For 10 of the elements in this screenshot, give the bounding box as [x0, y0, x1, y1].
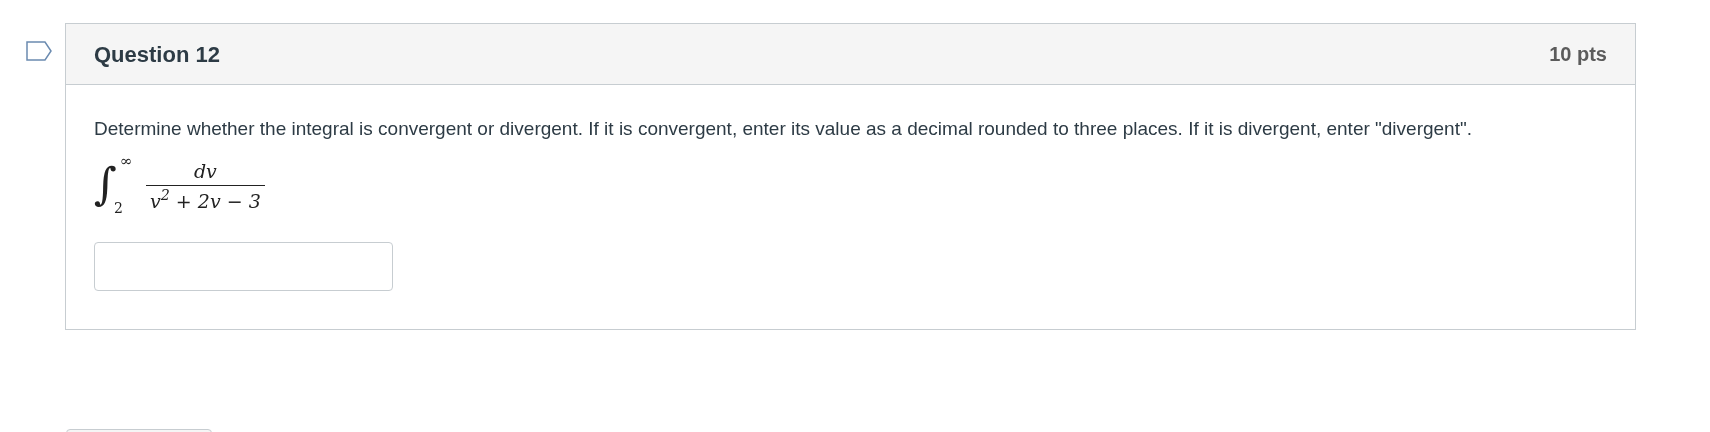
lower-limit: 2	[114, 200, 123, 218]
points-label: 10 pts	[1549, 42, 1607, 67]
denominator: v$^{2}$ + 2v − 3	[149, 186, 262, 214]
flag-icon[interactable]	[26, 41, 52, 61]
answer-field[interactable]	[94, 242, 393, 291]
numerator: dv	[192, 158, 218, 184]
upper-limit: ∞	[120, 151, 133, 172]
integral-sign: ∫	[94, 157, 117, 209]
question-title: Question 12	[94, 40, 220, 69]
question-text: Determine whether the integral is convergent or divergent. If it is convergent, enter its value as a decimal rounded to three places. If it is divergent, enter "divergent".	[94, 117, 1473, 141]
